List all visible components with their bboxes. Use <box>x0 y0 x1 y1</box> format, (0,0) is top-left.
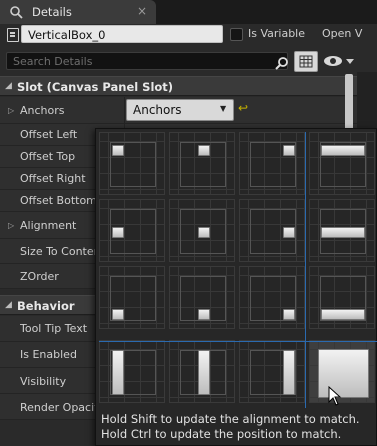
collapse-arrow-icon: ◢ <box>5 81 12 91</box>
slot-category-title: Slot (Canvas Panel Slot) <box>17 80 174 94</box>
search-placeholder: Search Details <box>13 55 93 68</box>
reset-to-default-icon[interactable]: ↩ <box>238 101 248 115</box>
anchors-dropdown[interactable]: Anchors ▼ <box>126 99 234 121</box>
grid-icon <box>299 55 313 68</box>
open-button[interactable]: Open V <box>322 27 362 40</box>
anchor-marker <box>198 227 210 238</box>
anchor-marker <box>198 145 210 156</box>
anchor-marker <box>283 227 295 238</box>
anchor-marker <box>112 145 124 156</box>
ctrl-hint-text: Hold Ctrl to update the position to matc… <box>101 427 342 441</box>
anchor-bottom-stretch[interactable] <box>309 266 375 329</box>
anchor-center-left[interactable] <box>99 199 165 262</box>
search-input[interactable]: Search Details <box>6 52 288 70</box>
anchor-bottom-left[interactable] <box>99 266 165 329</box>
search-row: Search Details <box>0 50 377 72</box>
anchors-dropdown-value: Anchors <box>133 103 182 117</box>
guide-line-horizontal <box>99 341 377 342</box>
anchor-marker <box>283 309 295 320</box>
magnifier-icon <box>10 6 23 19</box>
behavior-category-title: Behavior <box>17 299 75 313</box>
anchor-top-left[interactable] <box>99 132 165 195</box>
tab-title: Details <box>32 5 72 19</box>
anchor-marker <box>198 350 210 395</box>
anchors-label: Anchors <box>20 104 65 117</box>
anchor-marker <box>321 309 365 320</box>
expand-arrow-icon[interactable]: ▷ <box>8 106 14 115</box>
is-variable-checkbox[interactable] <box>230 28 243 41</box>
name-row: VerticalBox_0 Is Variable Open V <box>0 24 377 46</box>
guide-line-vertical <box>305 132 306 408</box>
anchor-preset-grid <box>99 132 377 408</box>
anchors-row: ▷ Anchors Anchors ▼ ↩ <box>0 97 357 124</box>
mouse-cursor-icon <box>328 386 342 406</box>
anchor-top-center[interactable] <box>169 132 235 195</box>
anchor-marker <box>321 227 365 238</box>
slot-category-header[interactable]: ◢ Slot (Canvas Panel Slot) <box>0 76 357 96</box>
anchor-full-stretch[interactable] <box>309 340 375 403</box>
close-tab-button[interactable]: × <box>137 4 147 18</box>
collapse-arrow-icon: ◢ <box>5 300 12 310</box>
property-matrix-button[interactable] <box>294 51 318 72</box>
anchor-center[interactable] <box>169 199 235 262</box>
anchor-center-right[interactable] <box>239 199 305 262</box>
eye-visibility-icon[interactable] <box>322 53 356 69</box>
anchor-left-stretch[interactable] <box>99 340 165 403</box>
search-icon <box>275 57 288 70</box>
anchor-bottom-center[interactable] <box>169 266 235 329</box>
anchor-vertical-stretch[interactable] <box>169 340 235 403</box>
tab-bar: Details × <box>0 0 377 24</box>
anchor-bottom-right[interactable] <box>239 266 305 329</box>
anchor-marker <box>283 145 295 156</box>
anchor-right-stretch[interactable] <box>239 340 305 403</box>
widget-icon <box>7 28 19 42</box>
expand-arrow-icon[interactable]: ▷ <box>8 221 14 230</box>
details-tab[interactable]: Details × <box>0 0 156 24</box>
anchor-marker <box>198 309 210 320</box>
chevron-down-icon: ▼ <box>220 104 227 113</box>
anchor-center-stretch[interactable] <box>309 199 375 262</box>
anchor-marker <box>318 349 369 398</box>
is-variable-label: Is Variable <box>248 27 306 40</box>
anchor-marker <box>112 227 124 238</box>
anchor-top-right[interactable] <box>239 132 305 195</box>
anchor-marker <box>112 309 124 320</box>
column-divider <box>124 97 125 123</box>
anchor-top-stretch[interactable] <box>309 132 375 195</box>
widget-name-field[interactable]: VerticalBox_0 <box>21 25 223 43</box>
anchor-marker <box>112 350 124 395</box>
anchor-marker <box>321 145 365 156</box>
anchor-marker <box>283 350 295 395</box>
shift-hint-text: Hold Shift to update the alignment to ma… <box>101 412 360 426</box>
